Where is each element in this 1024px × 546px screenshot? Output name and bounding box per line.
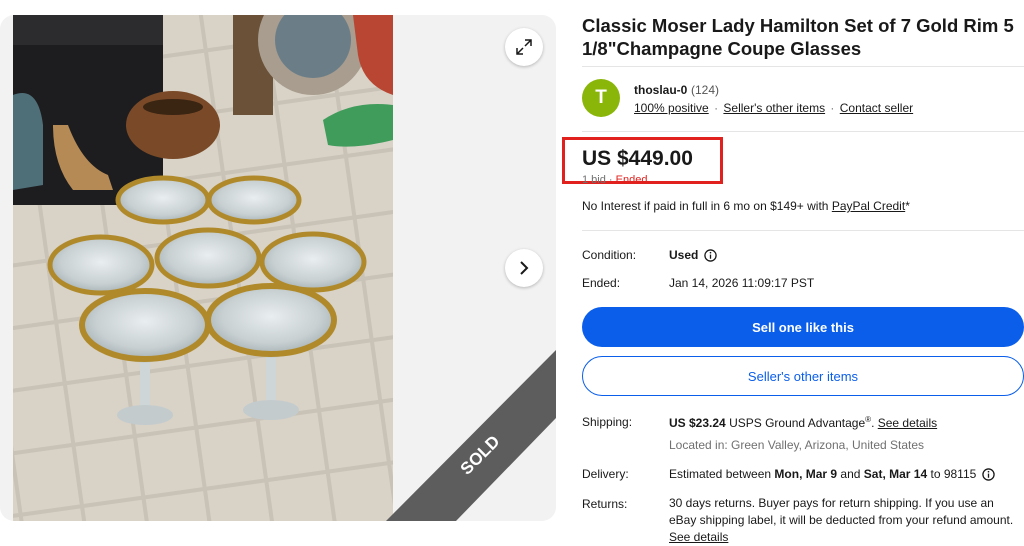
divider	[582, 230, 1024, 231]
bid-count[interactable]: 1 bid	[582, 174, 606, 184]
seller-name[interactable]: thoslau-0	[634, 83, 687, 97]
expand-icon	[516, 39, 532, 55]
sell-one-like-this-button[interactable]: Sell one like this	[582, 307, 1024, 347]
ended-label: Ended:	[582, 276, 621, 290]
separator: ·	[608, 174, 613, 184]
shipping-details-link[interactable]: See details	[878, 416, 937, 430]
seller-links: 100% positive · Seller's other items · C…	[634, 101, 913, 115]
paypal-credit-link[interactable]: PayPal Credit	[832, 199, 905, 213]
delivery-suffix: to 98115	[927, 467, 977, 481]
item-photo[interactable]	[13, 15, 393, 521]
delivery-prefix: Estimated between	[669, 467, 775, 481]
divider	[582, 131, 1024, 132]
info-icon[interactable]	[982, 468, 996, 482]
delivery-end: Sat, Mar 14	[863, 467, 928, 481]
positive-feedback-link[interactable]: 100% positive	[634, 101, 709, 115]
next-image-button[interactable]	[505, 249, 543, 287]
returns-value: 30 days returns. Buyer pays for return s…	[669, 495, 1024, 546]
bid-status: 1 bid · Ended	[582, 174, 647, 184]
shipping-method: USPS Ground Advantage	[729, 416, 866, 430]
condition-label: Condition:	[582, 248, 637, 262]
contact-seller-link[interactable]: Contact seller	[840, 101, 913, 115]
ended-value: Jan 14, 2026 11:09:17 PST	[669, 276, 815, 290]
returns-details-link[interactable]: See details	[669, 530, 728, 544]
auction-status: Ended	[615, 174, 648, 184]
image-gallery[interactable]: SOLD	[0, 15, 556, 521]
chevron-right-icon	[520, 261, 529, 275]
condition-text: Used	[669, 248, 699, 262]
delivery-value: Estimated between Mon, Mar 9 and Sat, Ma…	[669, 467, 996, 482]
item-price: US $449.00	[582, 147, 693, 170]
delivery-label: Delivery:	[582, 467, 629, 481]
shipping-dot: .	[871, 416, 875, 430]
shipping-value: US $23.24 USPS Ground Advantage®. See de…	[669, 415, 937, 430]
avatar[interactable]: T	[582, 79, 620, 117]
shipping-label: Shipping:	[582, 415, 633, 429]
separator: ·	[714, 101, 719, 115]
returns-label: Returns:	[582, 497, 628, 511]
financing-offer: No Interest if paid in full in 6 mo on $…	[582, 199, 910, 213]
returns-text: 30 days returns. Buyer pays for return s…	[669, 496, 1014, 527]
info-icon[interactable]	[704, 249, 718, 263]
seller-other-items-link[interactable]: Seller's other items	[723, 101, 825, 115]
sold-ribbon: SOLD	[386, 350, 556, 521]
separator: ·	[830, 101, 835, 115]
condition-value: Used	[669, 248, 718, 263]
item-details: Classic Moser Lady Hamilton Set of 7 Gol…	[562, 0, 1024, 544]
seller-card: T thoslau-0 (124) 100% positive · Seller…	[582, 79, 1024, 119]
listing-title: Classic Moser Lady Hamilton Set of 7 Gol…	[582, 15, 1014, 59]
seller-feedback-count[interactable]: (124)	[691, 83, 719, 97]
financing-text: No Interest if paid in full in 6 mo on $…	[582, 199, 832, 213]
sellers-other-items-button[interactable]: Seller's other items	[582, 356, 1024, 396]
divider	[582, 66, 1024, 67]
item-location: Located in: Green Valley, Arizona, Unite…	[669, 438, 925, 452]
expand-image-button[interactable]	[505, 28, 543, 66]
shipping-cost: US $23.24	[669, 416, 726, 430]
delivery-and: and	[837, 467, 864, 481]
delivery-start: Mon, Mar 9	[774, 467, 838, 481]
financing-suffix: *	[905, 199, 910, 213]
